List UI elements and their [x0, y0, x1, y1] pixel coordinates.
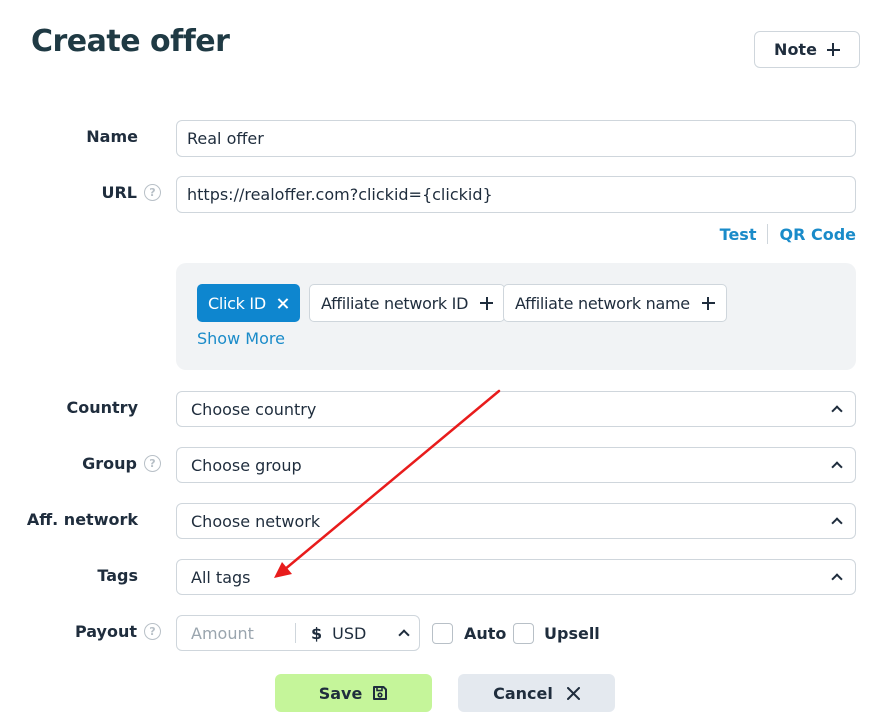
currency-select[interactable]: $ USD — [296, 624, 419, 643]
chevron-up-icon — [398, 629, 410, 641]
plus-icon — [701, 296, 715, 310]
save-button-label: Save — [318, 683, 363, 703]
tags-label-text: Tags — [97, 566, 138, 585]
floppy-disk-icon — [373, 686, 388, 700]
auto-checkbox-label[interactable]: Auto — [464, 624, 506, 643]
currency-value: USD — [332, 623, 367, 643]
close-icon[interactable] — [278, 298, 289, 309]
help-icon[interactable]: ? — [144, 455, 161, 472]
cancel-button[interactable]: Cancel — [458, 674, 615, 712]
group-label-text: Group — [82, 454, 137, 473]
name-label-text: Name — [86, 127, 138, 146]
name-input-value: Real offer — [187, 129, 264, 148]
token-chip-label: Affiliate network name — [515, 293, 690, 313]
test-link[interactable]: Test — [720, 225, 757, 244]
plus-icon — [480, 296, 494, 310]
group-select-placeholder: Choose group — [191, 455, 302, 475]
save-button[interactable]: Save — [275, 674, 432, 712]
chevron-up-icon — [831, 405, 843, 417]
token-chip-affiliate-network-id[interactable]: Affiliate network ID — [309, 284, 506, 322]
url-input-value: https://realoffer.com?clickid={clickid} — [187, 185, 493, 204]
country-select-placeholder: Choose country — [191, 399, 317, 419]
payout-label-text: Payout — [74, 622, 137, 641]
dollar-icon: $ — [311, 623, 323, 643]
help-icon[interactable]: ? — [144, 184, 161, 201]
url-input[interactable]: https://realoffer.com?clickid={clickid} — [176, 176, 856, 213]
help-icon[interactable]: ? — [144, 623, 161, 640]
group-label: Group ? — [40, 454, 161, 473]
cancel-button-label: Cancel — [493, 683, 553, 703]
url-label: URL ? — [60, 183, 161, 202]
page-title: Create offer — [31, 24, 230, 59]
payout-amount-input[interactable]: Amount — [177, 623, 296, 643]
token-chip-label: Click ID — [208, 293, 266, 313]
payout-label: Payout ? — [40, 622, 161, 641]
note-button-label: Note — [774, 40, 817, 59]
token-chip-label: Affiliate network ID — [321, 293, 469, 313]
country-label-text: Country — [66, 398, 138, 417]
payout-input-group: Amount $ USD — [176, 615, 420, 651]
aff-network-label: Aff. network — [20, 510, 138, 529]
chevron-up-icon — [831, 461, 843, 473]
country-select[interactable]: Choose country — [176, 391, 856, 427]
payout-amount-placeholder: Amount — [191, 623, 254, 643]
tags-select-placeholder: All tags — [191, 567, 251, 587]
auto-checkbox[interactable] — [432, 623, 453, 644]
add-note-button[interactable]: Note — [754, 31, 860, 68]
upsell-checkbox-label[interactable]: Upsell — [544, 624, 600, 643]
close-icon — [566, 686, 580, 700]
token-chip-click-id[interactable]: Click ID — [197, 284, 300, 322]
qr-code-link[interactable]: QR Code — [779, 225, 856, 244]
group-select[interactable]: Choose group — [176, 447, 856, 483]
chevron-up-icon — [831, 517, 843, 529]
url-actions: Test QR Code — [720, 224, 856, 244]
url-label-text: URL — [101, 183, 137, 202]
tags-label: Tags — [40, 566, 138, 585]
name-input[interactable]: Real offer — [176, 120, 856, 157]
chevron-up-icon — [831, 573, 843, 585]
upsell-checkbox[interactable] — [513, 623, 534, 644]
aff-network-label-text: Aff. network — [26, 510, 138, 529]
tags-select[interactable]: All tags — [176, 559, 856, 595]
aff-network-select-placeholder: Choose network — [191, 511, 321, 531]
show-more-link[interactable]: Show More — [197, 329, 285, 348]
url-token-panel: Click ID Affiliate network ID Affiliate … — [176, 263, 856, 370]
name-label: Name — [60, 127, 138, 146]
aff-network-select[interactable]: Choose network — [176, 503, 856, 539]
token-chip-affiliate-network-name[interactable]: Affiliate network name — [503, 284, 727, 322]
plus-icon — [826, 43, 840, 56]
country-label: Country — [40, 398, 138, 417]
divider — [767, 224, 769, 244]
